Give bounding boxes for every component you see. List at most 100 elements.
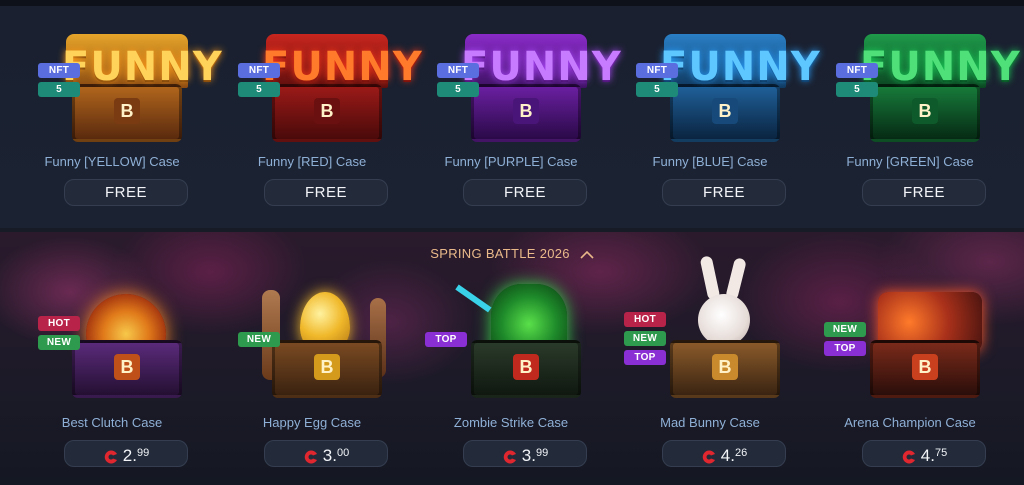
price-decimal: 26 — [734, 447, 748, 459]
chest-title-text: FUNNY — [262, 44, 423, 90]
chest-logo: B — [114, 354, 140, 380]
price-integer: 3. — [322, 446, 337, 465]
case-card[interactable]: B HOT NEW Best Clutch Case 2.99 — [12, 232, 212, 485]
price-integer: 3. — [521, 446, 536, 465]
chest-logo: B — [712, 354, 738, 380]
open-case-button[interactable]: 4.75 — [862, 440, 986, 467]
case-card[interactable]: B NEW Happy Egg Case 3.00 — [212, 232, 412, 485]
case-name: Mad Bunny Case — [660, 415, 760, 430]
badge-group: HOT NEW — [38, 316, 80, 350]
nft-badge: NFT — [238, 63, 280, 78]
case-card[interactable]: FUNNY B NFT 5 Funny [YELLOW] Case FREE — [12, 6, 223, 228]
price-integer: 4. — [920, 446, 935, 465]
top-badge: TOP — [824, 341, 866, 356]
case-image: B — [262, 284, 392, 402]
red-coin-icon — [502, 447, 518, 464]
case-image: FUNNY B — [660, 28, 821, 146]
top-badge: TOP — [624, 350, 666, 365]
new-badge: NEW — [238, 332, 280, 347]
knife-graphic — [455, 284, 492, 313]
case-name: Happy Egg Case — [262, 415, 362, 430]
price-decimal: 99 — [136, 447, 150, 459]
case-name: Arena Champion Case — [844, 415, 976, 430]
case-name: Funny [BLUE] Case — [652, 154, 768, 169]
chest-logo: B — [314, 354, 340, 380]
chest-title-text: FUNNY — [860, 44, 1021, 90]
price-decimal: 99 — [535, 447, 549, 459]
spring-battle-section: SPRING BATTLE 2026 B HOT NEW Best Clutch… — [0, 232, 1024, 485]
count-badge: 5 — [238, 82, 280, 97]
open-case-button[interactable]: FREE — [662, 179, 786, 206]
open-case-button[interactable]: 3.00 — [264, 440, 388, 467]
count-badge: 5 — [836, 82, 878, 97]
badge-group: NFT 5 — [38, 63, 80, 97]
badge-group: NFT 5 — [238, 63, 280, 97]
case-image: B — [62, 284, 192, 402]
case-image: FUNNY B — [860, 28, 1021, 146]
count-badge: 5 — [437, 82, 479, 97]
open-case-button[interactable]: 3.99 — [463, 440, 587, 467]
case-name: Zombie Strike Case — [453, 415, 569, 430]
case-card[interactable]: B HOT NEW TOP Mad Bunny Case 4.26 — [610, 232, 810, 485]
badge-group: NEW TOP — [824, 322, 866, 356]
nft-badge: NFT — [437, 63, 479, 78]
chest-title-text: FUNNY — [461, 44, 622, 90]
new-badge: NEW — [38, 335, 80, 350]
open-case-button[interactable]: FREE — [862, 179, 986, 206]
red-coin-icon — [901, 447, 917, 464]
open-case-button[interactable]: FREE — [64, 179, 188, 206]
red-coin-icon — [303, 447, 319, 464]
chest-logo: B — [912, 354, 938, 380]
count-badge: 5 — [38, 82, 80, 97]
case-card[interactable]: FUNNY B NFT 5 Funny [GREEN] Case FREE — [810, 6, 1021, 228]
new-badge: NEW — [824, 322, 866, 337]
case-image: FUNNY B — [262, 28, 423, 146]
case-card[interactable]: B NEW TOP Arena Champion Case 4.75 — [810, 232, 1010, 485]
nft-badge: NFT — [836, 63, 878, 78]
open-case-button[interactable]: FREE — [463, 179, 587, 206]
open-case-button[interactable]: FREE — [264, 179, 388, 206]
price-integer: 4. — [720, 446, 735, 465]
case-image: B — [860, 284, 990, 402]
case-card[interactable]: FUNNY B NFT 5 Funny [RED] Case FREE — [212, 6, 423, 228]
chest-logo: B — [513, 98, 539, 124]
nft-badge: NFT — [38, 63, 80, 78]
case-name: Funny [RED] Case — [257, 154, 367, 169]
bunny-head — [698, 294, 750, 346]
section-header[interactable]: SPRING BATTLE 2026 — [0, 246, 1024, 262]
badge-group: TOP — [425, 332, 467, 347]
section-title: SPRING BATTLE 2026 — [430, 246, 570, 261]
top-badge: TOP — [425, 332, 467, 347]
chest-logo: B — [712, 98, 738, 124]
case-card[interactable]: B TOP Zombie Strike Case 3.99 — [411, 232, 611, 485]
open-case-button[interactable]: 2.99 — [64, 440, 188, 467]
case-image: FUNNY B — [62, 28, 223, 146]
chest-logo: B — [114, 98, 140, 124]
badge-group: HOT NEW TOP — [624, 312, 666, 365]
case-card[interactable]: FUNNY B NFT 5 Funny [PURPLE] Case FREE — [411, 6, 622, 228]
hot-badge: HOT — [38, 316, 80, 331]
case-name: Funny [YELLOW] Case — [44, 154, 180, 169]
price-decimal: 75 — [934, 447, 948, 459]
chest-logo: B — [314, 98, 340, 124]
open-case-button[interactable]: 4.26 — [662, 440, 786, 467]
red-coin-icon — [701, 447, 717, 464]
nft-badge: NFT — [636, 63, 678, 78]
case-image: B — [455, 284, 591, 402]
case-card[interactable]: FUNNY B NFT 5 Funny [BLUE] Case FREE — [610, 6, 821, 228]
new-badge: NEW — [624, 331, 666, 346]
case-name: Best Clutch Case — [61, 415, 163, 430]
chest-title-text: FUNNY — [62, 44, 223, 90]
red-coin-icon — [103, 447, 119, 464]
chevron-up-icon[interactable] — [580, 247, 594, 262]
free-cases-row: FUNNY B NFT 5 Funny [YELLOW] Case FREE F… — [0, 6, 1024, 228]
case-name: Funny [GREEN] Case — [846, 154, 974, 169]
price-integer: 2. — [122, 446, 137, 465]
badge-group: NEW — [238, 332, 280, 347]
chest-title-text: FUNNY — [660, 44, 821, 90]
badge-group: NFT 5 — [437, 63, 479, 97]
hot-badge: HOT — [624, 312, 666, 327]
badge-group: NFT 5 — [636, 63, 678, 97]
price-decimal: 00 — [336, 447, 350, 459]
badge-group: NFT 5 — [836, 63, 878, 97]
